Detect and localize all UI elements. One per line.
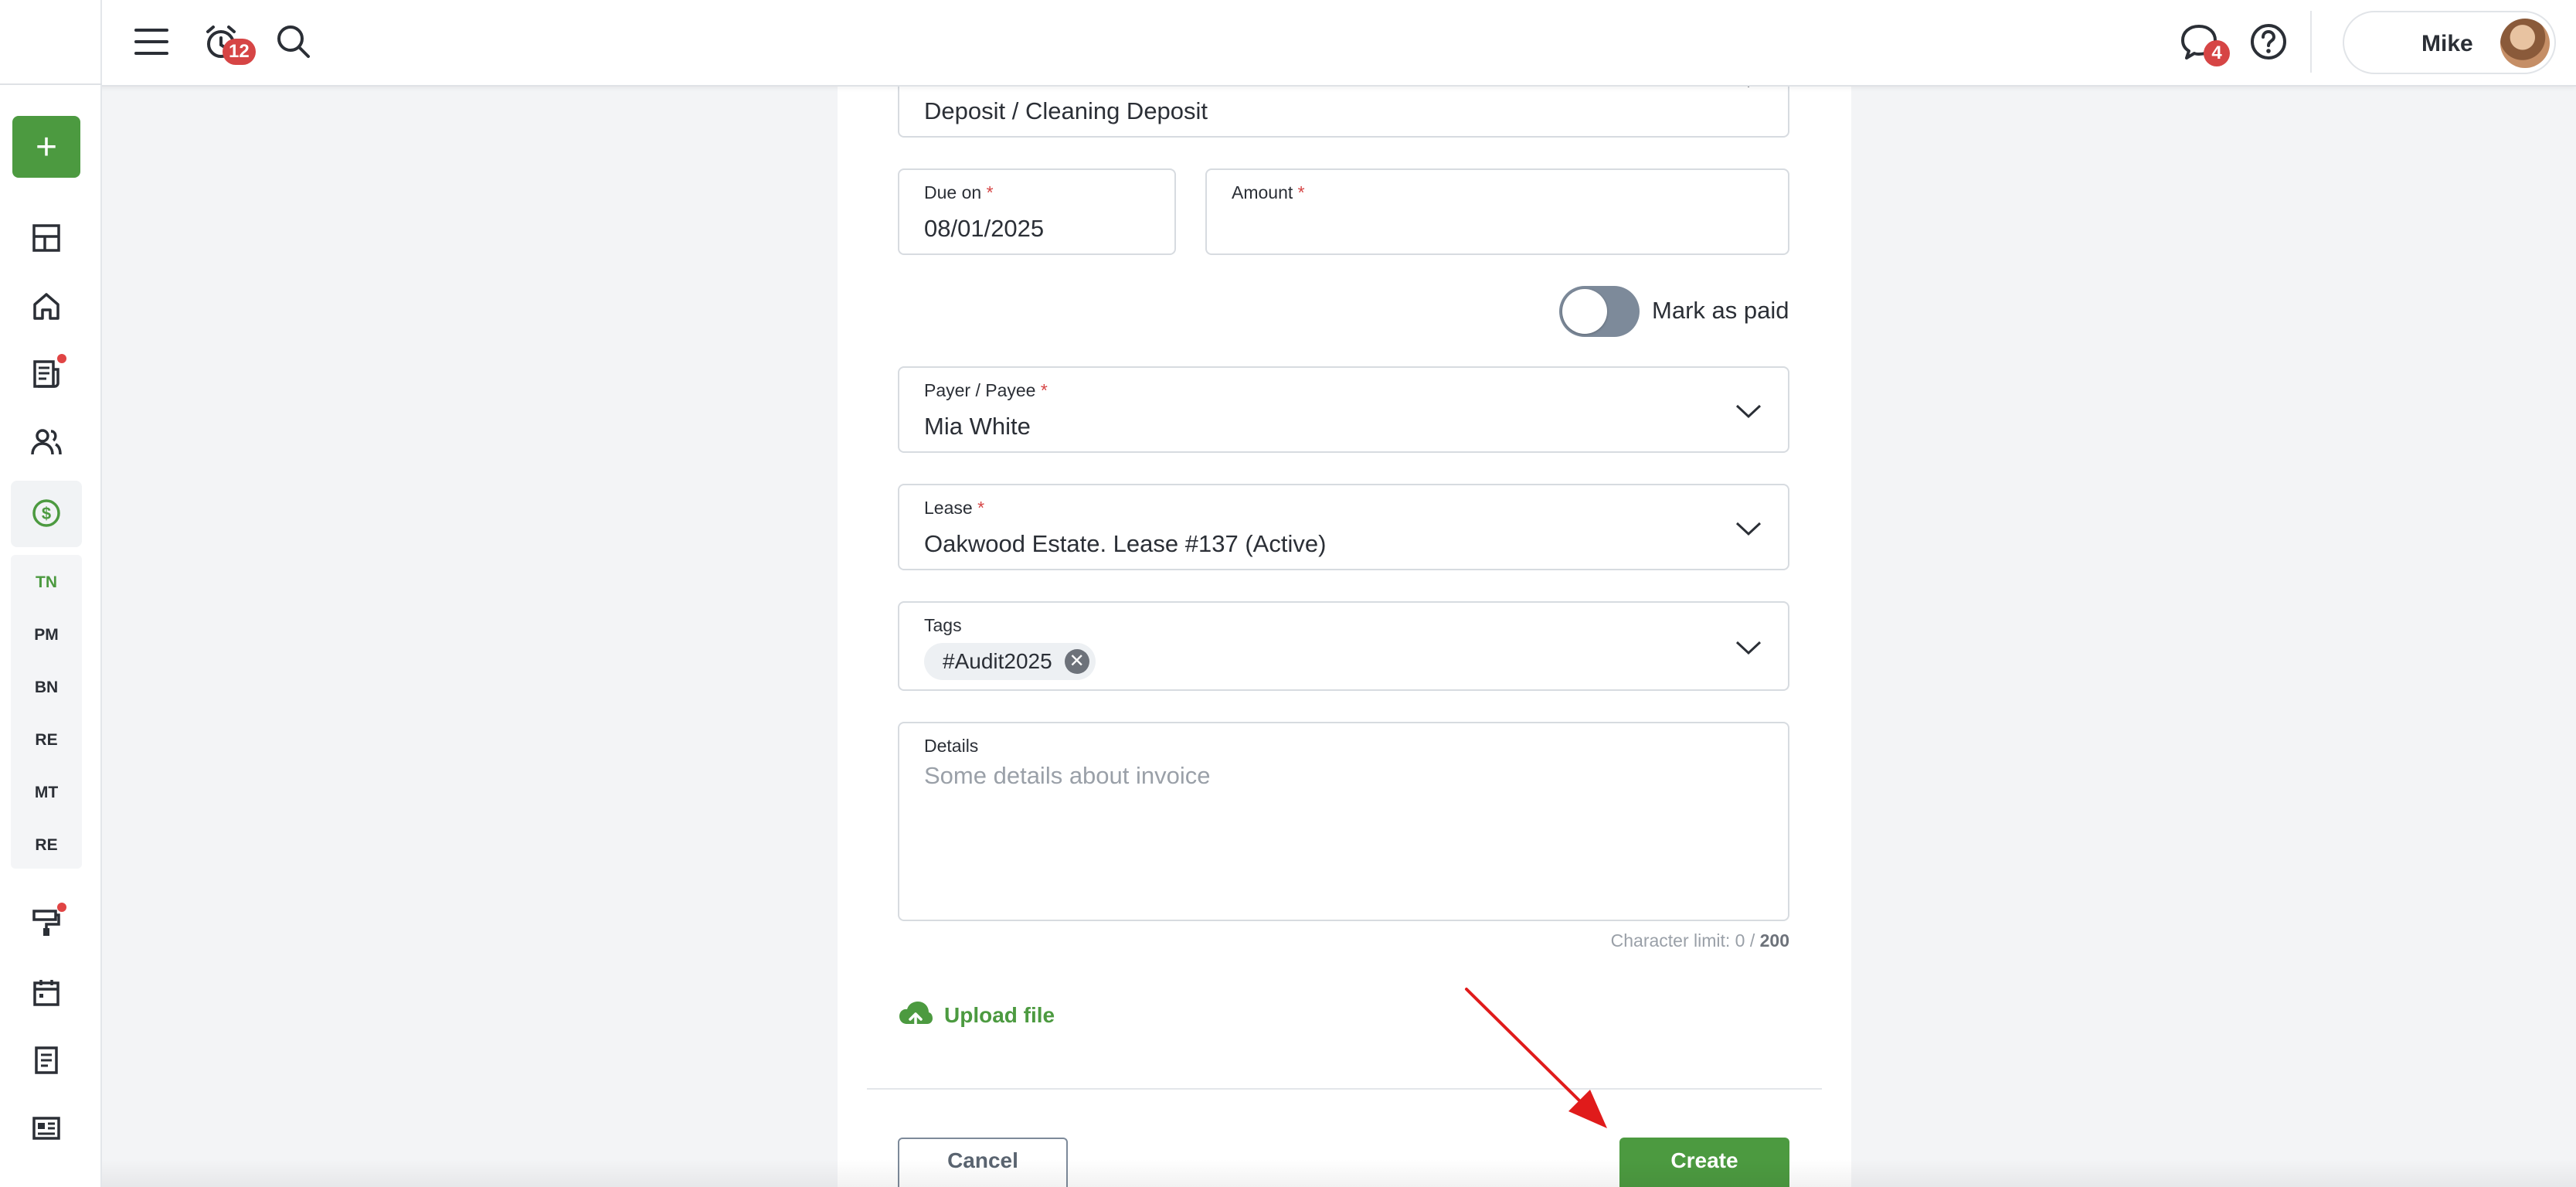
tags-label: Tags [924,615,962,635]
notification-dot [57,903,66,912]
svg-text:$: $ [42,504,51,523]
notification-dot [57,354,66,363]
sidebar-item-tn[interactable]: TN [11,573,82,592]
dashboard-icon[interactable] [23,215,70,261]
help-circle-icon[interactable] [2244,17,2293,66]
user-name: Mike [2421,31,2473,56]
paint-roller-icon[interactable] [23,900,70,946]
character-limit: Character limit: 0 / 200 [1610,930,1789,951]
amount-label: Amount * [1232,182,1305,202]
home-icon[interactable] [23,283,70,329]
chevron-down-icon [1735,522,1762,536]
toggle-knob [1562,289,1607,334]
sidebar-item-pm[interactable]: PM [11,626,82,645]
chat-bubble-icon[interactable]: 4 [2174,17,2230,66]
tags-select[interactable]: Tags #Audit2025 ✕ [898,601,1789,691]
lease-select[interactable]: Lease * Oakwood Estate. Lease #137 (Acti… [898,484,1789,570]
lease-label: Lease * [924,498,985,518]
alarm-badge: 12 [223,39,256,65]
mark-as-paid-toggle[interactable] [1559,286,1640,337]
tag-chip-label: #Audit2025 [943,649,1052,673]
sidebar: + $ TN PM BN RE MT RE [0,0,102,1187]
dollar-icon[interactable]: $ [23,490,70,536]
hamburger-menu-icon[interactable] [127,17,176,66]
top-bar: 12 4 Mike [0,0,2576,87]
remove-tag-icon[interactable]: ✕ [1064,649,1089,674]
sidebar-item-re-2[interactable]: RE [11,836,82,855]
document-icon[interactable] [23,1037,70,1083]
due-on-value: 08/01/2025 [924,215,1045,242]
details-placeholder: Some details about invoice [924,762,1211,789]
payer-payee-label: Payer / Payee * [924,380,1048,400]
chat-badge: 4 [2204,40,2230,66]
lease-value: Oakwood Estate. Lease #137 (Active) [924,530,1327,557]
create-button[interactable]: Create [1619,1138,1789,1187]
sidebar-item-bn[interactable]: BN [11,679,82,697]
form-divider [867,1088,1822,1090]
amount-field[interactable]: Amount * [1205,168,1789,255]
alarm-clock-icon[interactable]: 12 [196,17,256,66]
annotation-arrow-icon [1465,988,1607,1128]
topbar-divider [2310,11,2312,73]
mark-as-paid-label: Mark as paid [1652,297,1789,324]
upload-file-button[interactable]: Upload file [898,997,1055,1034]
user-menu-button[interactable]: Mike [2343,11,2556,74]
cloud-upload-icon [899,1002,933,1032]
payer-payee-select[interactable]: Payer / Payee * Mia White [898,366,1789,453]
category-value: Deposit / Cleaning Deposit [924,97,1208,124]
details-label: Details [924,736,979,756]
sidebar-item-re[interactable]: RE [11,731,82,750]
chevron-down-icon [1735,404,1762,419]
people-icon[interactable] [23,419,70,465]
tag-chip: #Audit2025 ✕ [924,643,1096,680]
news-icon[interactable] [23,351,70,397]
due-on-label: Due on * [924,182,994,202]
search-icon[interactable] [269,17,318,66]
upload-file-label: Upload file [944,1003,1055,1027]
payer-payee-value: Mia White [924,413,1031,440]
sidebar-logo-area [0,0,102,85]
sidebar-subgroup [11,555,82,869]
avatar [2500,19,2550,68]
calendar-icon[interactable] [23,969,70,1015]
chevron-down-icon [1735,641,1762,655]
add-new-button[interactable]: + [12,116,80,178]
due-on-field[interactable]: Due on * 08/01/2025 [898,168,1176,255]
sidebar-item-mt[interactable]: MT [11,784,82,802]
details-textarea[interactable]: Details Some details about invoice [898,722,1789,921]
id-card-icon[interactable] [23,1105,70,1151]
cancel-button[interactable]: Cancel [898,1138,1068,1187]
